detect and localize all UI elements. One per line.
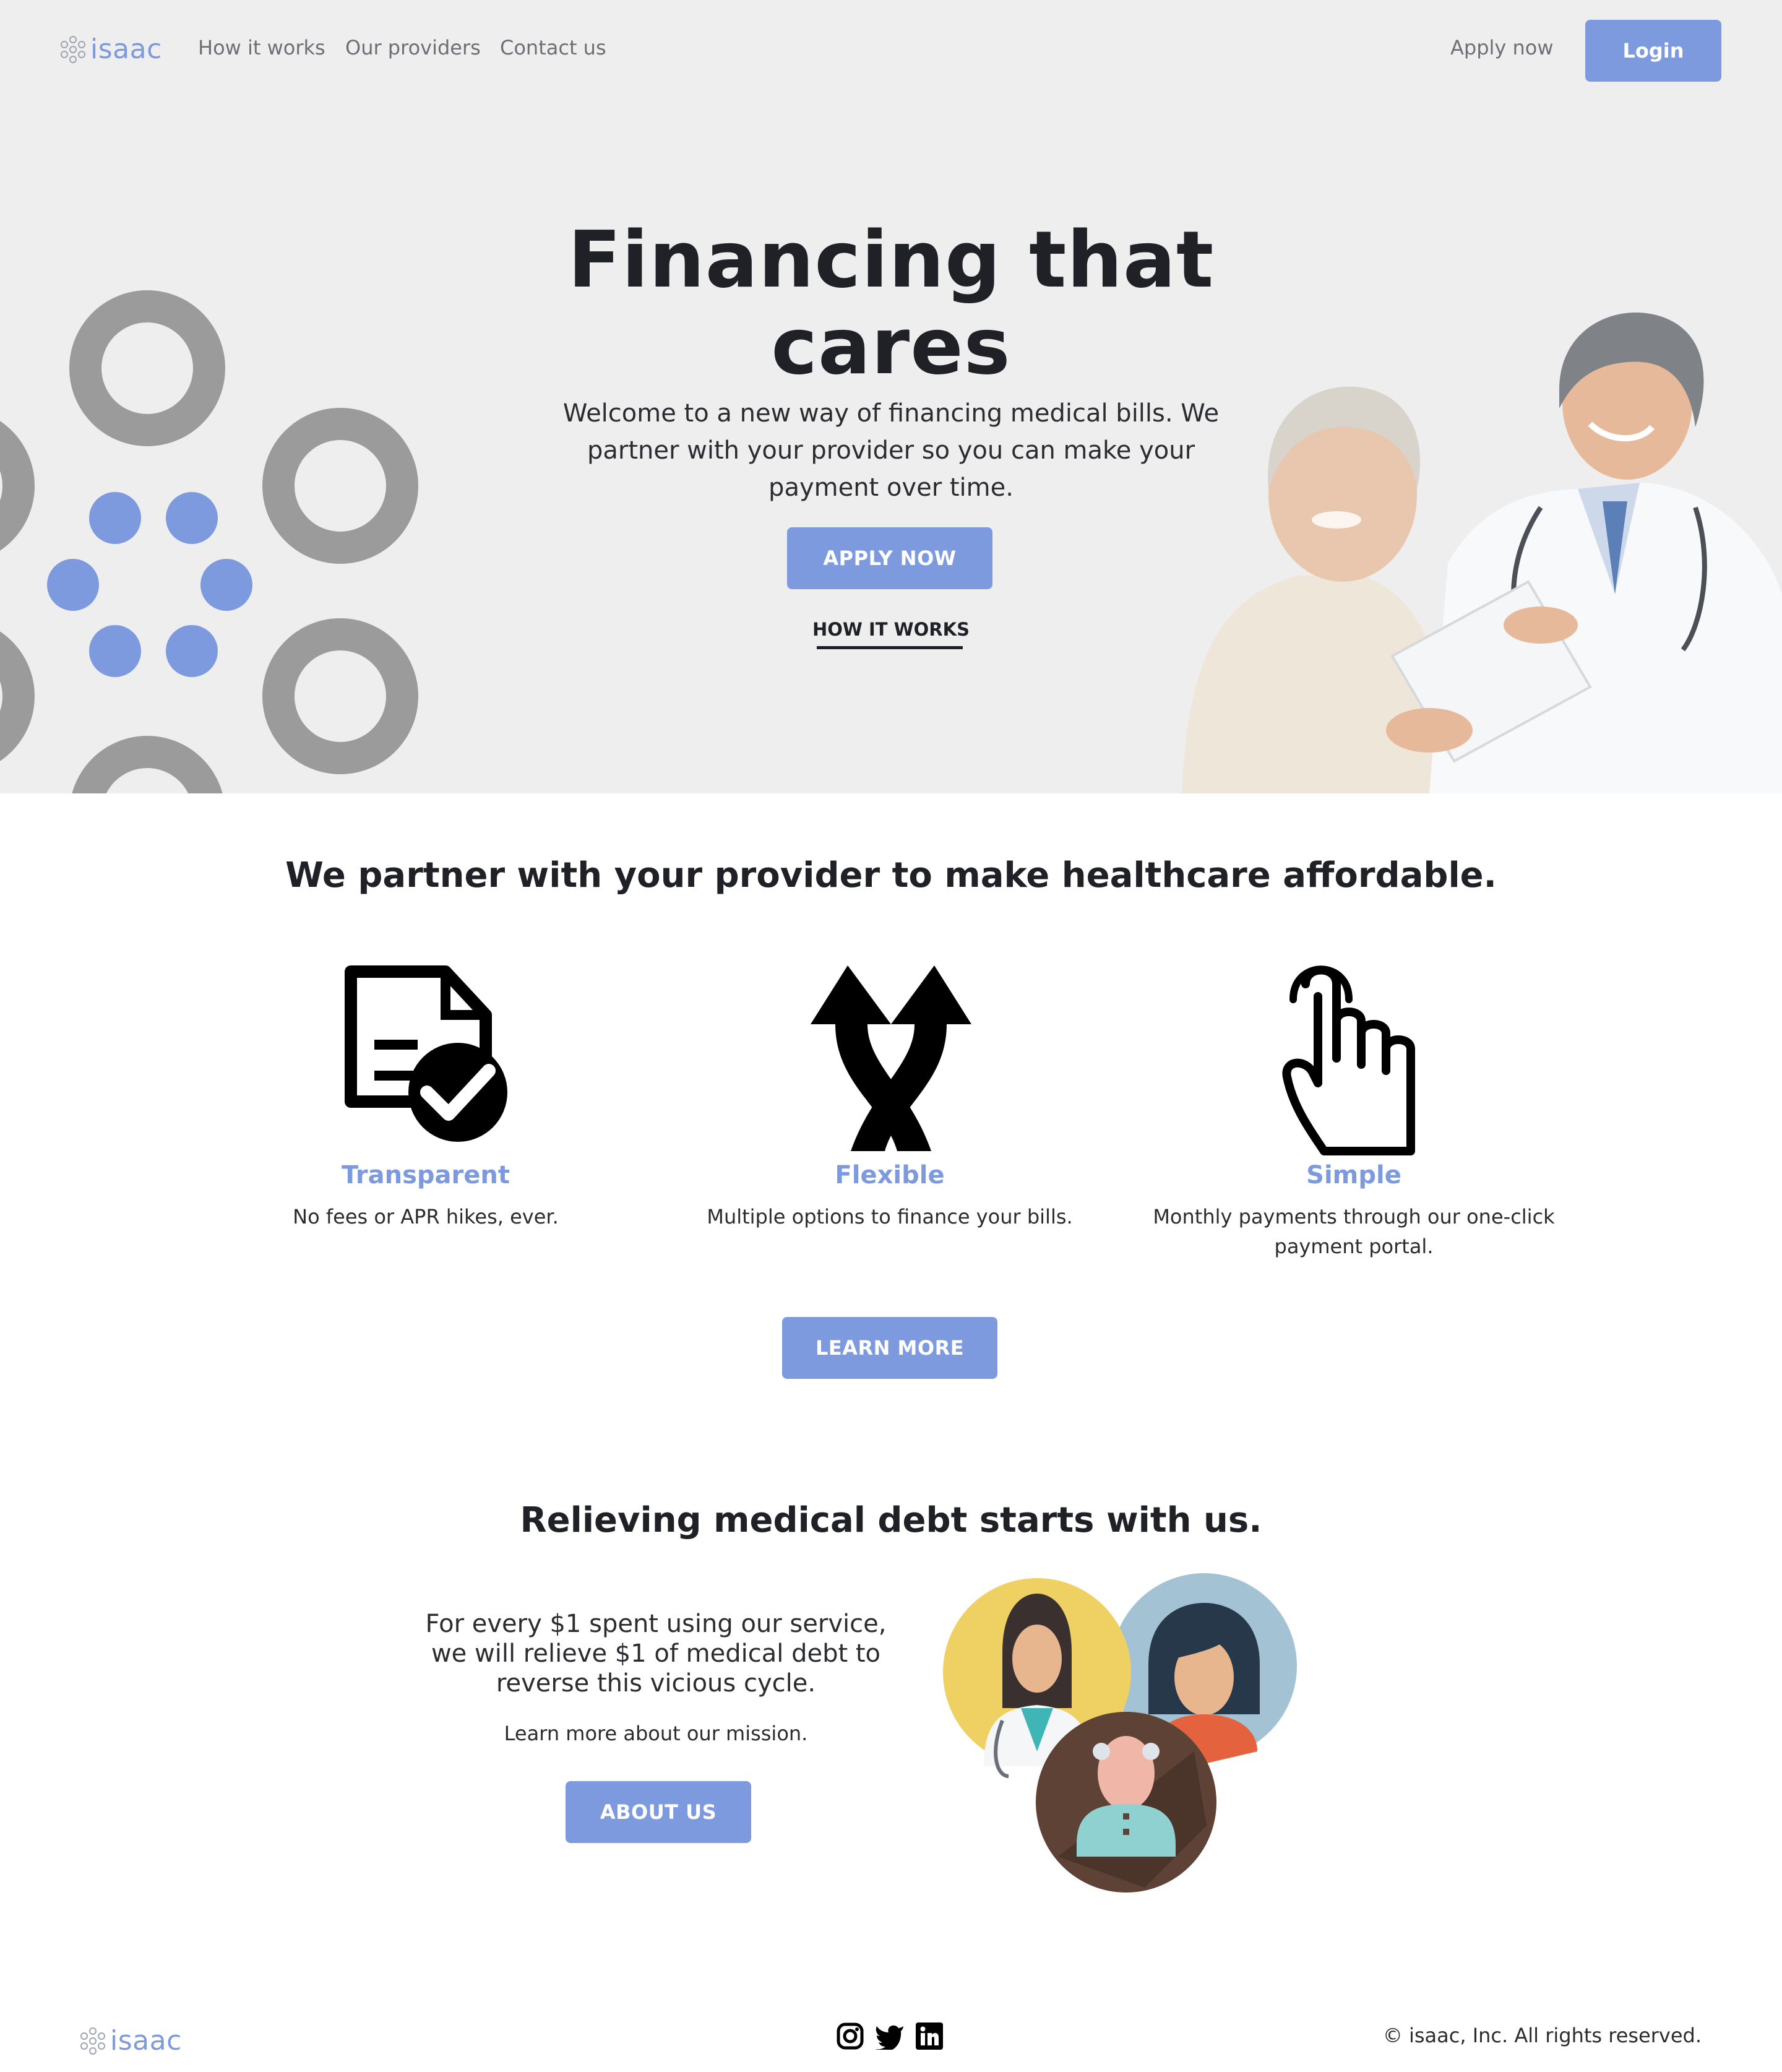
nav-contact-us[interactable]: Contact us [500,36,606,59]
copyright-text: © isaac, Inc. All rights reserved. [1382,2024,1702,2047]
hero-apply-button[interactable]: APPLY NOW [787,527,992,589]
mission-title: Relieving medical debt starts with us. [520,1500,1262,1540]
hero-title: Financing that cares [567,214,1215,392]
header-logo[interactable]: isaac [59,33,162,65]
logo-mark-icon [79,2027,106,2055]
feature-flexible-desc: Multiple options to finance your bills. [707,1205,1073,1228]
logo-wordmark: isaac [110,2025,182,2057]
linkedin-icon[interactable] [916,2022,943,2050]
hero-how-it-works-link[interactable]: HOW IT WORKS [798,619,984,640]
hero-section: Financing that cares Welcome to a new wa… [0,99,1782,793]
pointing-hand-icon [1282,965,1415,1155]
hero-subtitle: Welcome to a new way of financing medica… [562,399,1220,502]
people-avatars-illustration [943,1573,1297,1893]
mission-link-text[interactable]: Learn more about our mission. [408,1722,903,1745]
crossing-arrows-icon [811,965,971,1151]
decorative-circles-pattern [0,290,418,793]
twitter-icon[interactable] [875,2022,905,2050]
logo-mark-icon [59,35,87,63]
document-check-icon [345,965,507,1142]
feature-transparent-desc: No fees or APR hikes, ever. [293,1205,559,1228]
learn-more-button[interactable]: LEARN MORE [782,1317,997,1379]
nav-our-providers[interactable]: Our providers [345,36,481,59]
nav-how-it-works[interactable]: How it works [198,36,325,59]
about-us-button[interactable]: ABOUT US [566,1781,751,1843]
mission-text: For every $1 spent using our service, we… [425,1610,887,1698]
feature-transparent-title: Transparent [342,1161,510,1189]
features-title: We partner with your provider to make he… [285,855,1497,896]
top-nav: isaac How it works Our providers Contact… [0,0,1782,99]
nav-apply-now[interactable]: Apply now [1450,36,1554,59]
instagram-icon[interactable] [837,2022,864,2050]
link-underline [817,646,963,649]
feature-simple-desc: Monthly payments through our one-click p… [1153,1205,1555,1258]
feature-flexible-title: Flexible [835,1161,945,1189]
feature-simple-title: Simple [1306,1161,1401,1189]
doctor-patient-photo [1182,313,1782,793]
logo-wordmark: isaac [90,33,162,65]
footer-logo[interactable]: isaac [79,2025,182,2057]
login-button[interactable]: Login [1585,20,1721,82]
